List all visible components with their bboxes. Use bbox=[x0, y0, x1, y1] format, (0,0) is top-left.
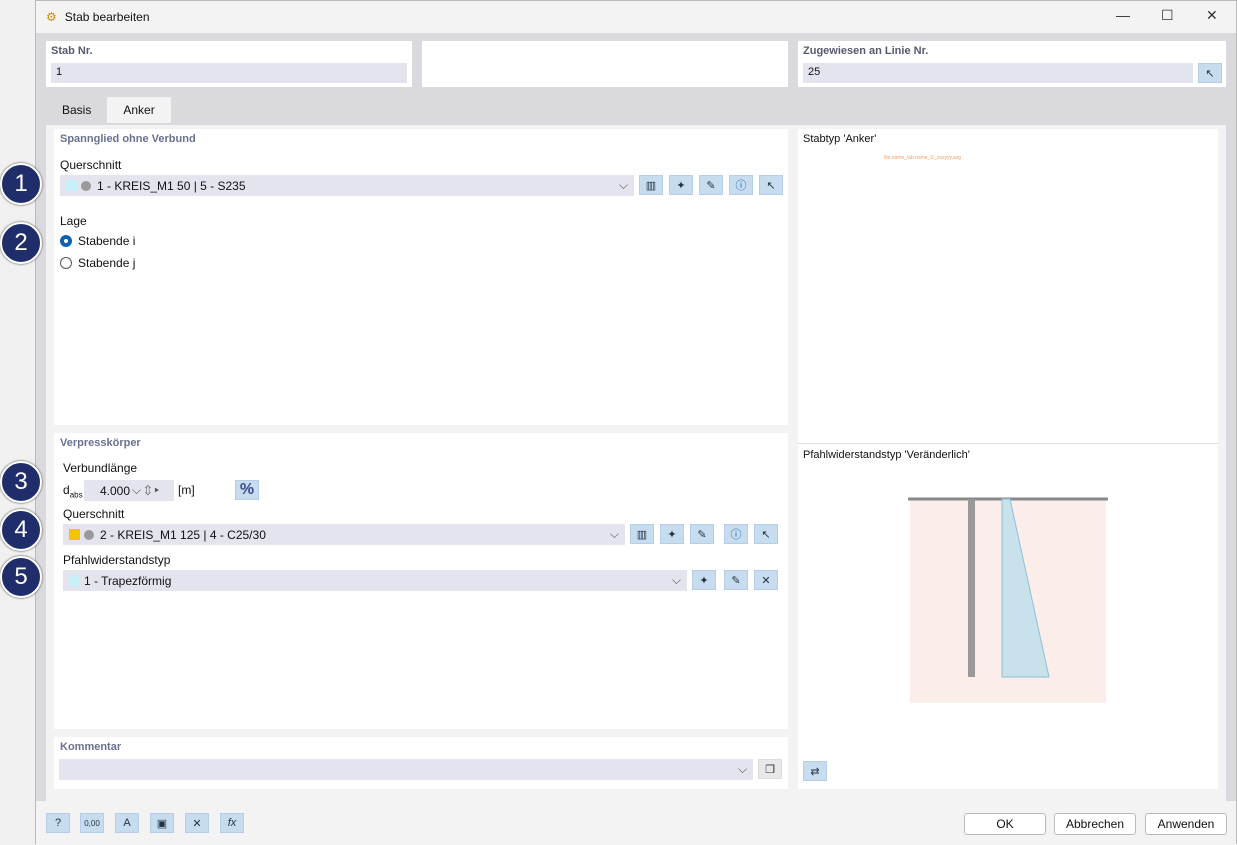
empty-panel bbox=[422, 41, 788, 87]
comment-label: Kommentar bbox=[60, 741, 122, 753]
copy-icon[interactable]: ❐ bbox=[758, 759, 782, 779]
chevron-down-icon[interactable]: ⌵ bbox=[738, 762, 747, 777]
pick-icon[interactable]: ↖ bbox=[754, 524, 778, 544]
dialog-window: ⚙ Stab bearbeiten — ☐ ✕ Stab Nr. 1 Zugew… bbox=[35, 0, 1237, 845]
color-swatch bbox=[66, 180, 77, 191]
position-label: Lage bbox=[60, 214, 87, 228]
info-icon[interactable]: ⓘ bbox=[729, 175, 753, 195]
divider bbox=[798, 443, 1218, 444]
edit-icon[interactable]: ✎ bbox=[699, 175, 723, 195]
d-label: dabs bbox=[63, 483, 83, 500]
tendon-section-value: 1 - KREIS_M1 50 | 5 - S235 bbox=[97, 178, 246, 193]
library-icon[interactable]: ▥ bbox=[630, 524, 654, 544]
chevron-down-icon[interactable]: ⌵ bbox=[610, 527, 619, 542]
app-icon: ⚙ bbox=[46, 10, 57, 24]
tendon-section: Spannglied ohne Verbund Querschnitt 1 - … bbox=[54, 129, 788, 425]
chevron-down-icon[interactable]: ⌵ bbox=[672, 573, 681, 588]
preview-panel: Stabtyp 'Anker' file.name_lab.name_l1_xx… bbox=[798, 129, 1218, 789]
material-dot bbox=[81, 180, 91, 191]
bond-length-input[interactable]: 4.000 ⌵ ⇕ ▸ bbox=[84, 480, 174, 501]
units-icon[interactable]: 0,00 bbox=[80, 813, 104, 833]
grout-section-label: Querschnitt bbox=[63, 507, 125, 521]
tab-anker[interactable]: Anker bbox=[107, 97, 171, 123]
maximize-button[interactable]: ☐ bbox=[1161, 7, 1174, 24]
pile-type-select[interactable]: 1 - Trapezförmig ⌵ bbox=[63, 570, 687, 591]
info-icon[interactable]: ⓘ bbox=[724, 524, 748, 544]
cancel-button[interactable]: Abbrechen bbox=[1054, 813, 1136, 835]
grout-section-select[interactable]: 2 - KREIS_M1 125 | 4 - C25/30 ⌵ bbox=[63, 524, 625, 545]
tendon-section-select[interactable]: 1 - KREIS_M1 50 | 5 - S235 ⌵ bbox=[60, 175, 634, 196]
pile-diagram bbox=[908, 497, 1108, 703]
callout-badge: 4 bbox=[0, 509, 42, 551]
radio-end-i[interactable]: Stabende i bbox=[60, 234, 135, 248]
window-title: Stab bearbeiten bbox=[64, 10, 150, 24]
pick-line-icon[interactable]: ↖ bbox=[1198, 63, 1222, 83]
percent-button[interactable]: % bbox=[235, 480, 259, 500]
member-no-field[interactable]: 1 bbox=[51, 63, 407, 83]
delete-icon[interactable]: ✕ bbox=[185, 813, 209, 833]
display-icon[interactable]: A bbox=[115, 813, 139, 833]
missing-image-text: file.name_lab.name_l1_xxxyyy.svg bbox=[884, 155, 961, 161]
new-icon[interactable]: ✦ bbox=[660, 524, 684, 544]
member-type-title: Stabtyp 'Anker' bbox=[803, 133, 877, 145]
new-icon[interactable]: ✦ bbox=[692, 570, 716, 590]
radio-end-j[interactable]: Stabende j bbox=[60, 256, 135, 270]
library-icon[interactable]: ▥ bbox=[639, 175, 663, 195]
formula-icon[interactable]: fx bbox=[220, 813, 244, 833]
grout-section: Verpresskörper Verbundlänge dabs 4.000 ⌵ … bbox=[54, 433, 788, 729]
minimize-button[interactable]: — bbox=[1116, 7, 1130, 23]
comment-section: Kommentar ⌵ ❐ bbox=[54, 737, 788, 789]
new-icon[interactable]: ✦ bbox=[669, 175, 693, 195]
pile-type-title: Pfahlwiderstandstyp 'Veränderlich' bbox=[803, 449, 970, 461]
grout-section-value: 2 - KREIS_M1 125 | 4 - C25/30 bbox=[100, 527, 266, 542]
edit-icon[interactable]: ✎ bbox=[724, 570, 748, 590]
pile-type-value: 1 - Trapezförmig bbox=[84, 573, 172, 588]
unit-label: [m] bbox=[178, 483, 195, 497]
callout-badge: 3 bbox=[0, 461, 42, 503]
color-swatch bbox=[69, 529, 80, 540]
model-icon[interactable]: ▣ bbox=[150, 813, 174, 833]
close-button[interactable]: ✕ bbox=[1206, 7, 1218, 24]
member-no-label: Stab Nr. bbox=[51, 45, 93, 57]
footer-toolbar: ? 0,00 A ▣ ✕ fx OK Abbrechen Anwenden bbox=[36, 801, 1236, 845]
grout-title: Verpresskörper bbox=[60, 437, 141, 449]
pile-shaft bbox=[968, 499, 975, 677]
comment-input[interactable] bbox=[59, 759, 753, 780]
assigned-label: Zugewiesen an Linie Nr. bbox=[803, 45, 929, 57]
color-swatch bbox=[69, 575, 80, 586]
assigned-field[interactable]: 25 bbox=[803, 63, 1193, 83]
tendon-title: Spannglied ohne Verbund bbox=[60, 133, 196, 145]
ok-button[interactable]: OK bbox=[964, 813, 1046, 835]
delete-icon[interactable]: ✕ bbox=[754, 570, 778, 590]
callout-badge: 2 bbox=[0, 222, 42, 264]
apply-button[interactable]: Anwenden bbox=[1145, 813, 1227, 835]
callout-badge: 1 bbox=[0, 163, 42, 205]
help-icon[interactable]: ? bbox=[46, 813, 70, 833]
pile-type-label: Pfahlwiderstandstyp bbox=[63, 553, 171, 567]
tendon-section-label: Querschnitt bbox=[60, 158, 122, 172]
material-dot bbox=[84, 529, 94, 540]
callout-badge: 5 bbox=[0, 556, 42, 598]
chevron-down-icon[interactable]: ⌵ bbox=[619, 178, 628, 193]
tab-basis[interactable]: Basis bbox=[46, 97, 108, 123]
refresh-icon[interactable]: ⇄ bbox=[803, 761, 827, 781]
title-bar: ⚙ Stab bearbeiten — ☐ ✕ bbox=[36, 1, 1236, 33]
pick-icon[interactable]: ↖ bbox=[759, 175, 783, 195]
member-no-panel: Stab Nr. 1 bbox=[46, 41, 412, 87]
bond-length-label: Verbundlänge bbox=[63, 461, 138, 475]
edit-icon[interactable]: ✎ bbox=[690, 524, 714, 544]
assigned-panel: Zugewiesen an Linie Nr. 25 ↖ bbox=[798, 41, 1226, 87]
